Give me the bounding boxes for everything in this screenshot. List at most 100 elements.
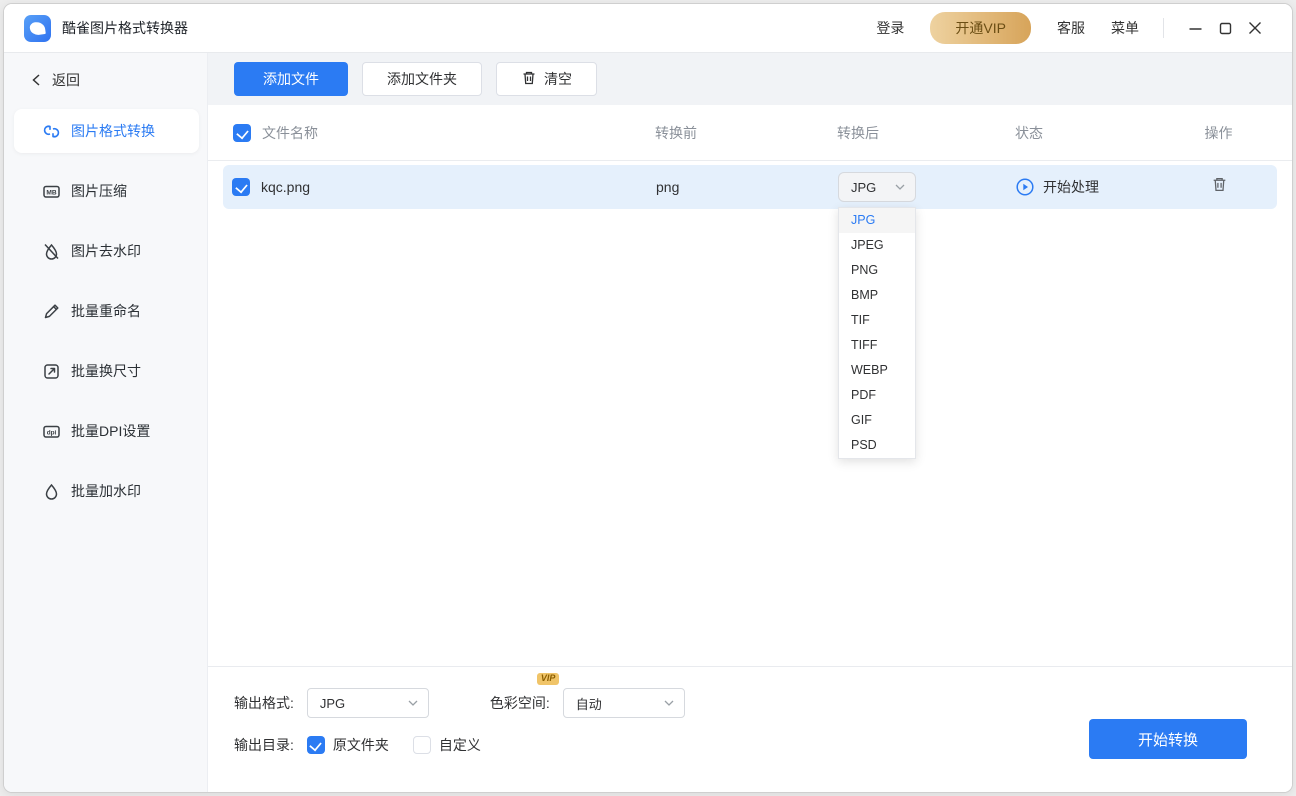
trash-icon (521, 70, 537, 89)
toolbar: 添加文件 添加文件夹 清空 (208, 53, 1292, 105)
customer-service-link[interactable]: 客服 (1057, 18, 1085, 38)
target-format-select[interactable]: JPG (838, 172, 916, 202)
sidebar-item-label: 图片格式转换 (71, 121, 155, 141)
output-format-row: 输出格式: JPG VIP 色彩空间: 自动 (234, 688, 1292, 718)
dropdown-option-gif[interactable]: GIF (839, 408, 915, 433)
sidebar-item-resize[interactable]: 批量换尺寸 (14, 349, 199, 393)
vip-badge: VIP (537, 673, 560, 685)
remove-watermark-icon (42, 242, 61, 261)
color-space-group: VIP 色彩空间: 自动 (490, 688, 685, 718)
before-format: png (656, 179, 838, 195)
footer-panel: 输出格式: JPG VIP 色彩空间: 自动 输 (208, 666, 1292, 792)
clear-button[interactable]: 清空 (496, 62, 597, 96)
dropdown-option-jpeg[interactable]: JPEG (839, 233, 915, 258)
output-dir-label: 输出目录: (234, 735, 294, 755)
play-circle-icon (1016, 178, 1034, 196)
open-vip-button[interactable]: 开通VIP (930, 12, 1031, 44)
sidebar-item-label: 图片去水印 (71, 241, 141, 261)
sidebar-item-label: 批量重命名 (71, 301, 141, 321)
dropdown-option-bmp[interactable]: BMP (839, 283, 915, 308)
sidebar-item-label: 批量加水印 (71, 481, 141, 501)
dropdown-option-webp[interactable]: WEBP (839, 358, 915, 383)
column-header-name: 文件名称 (262, 123, 318, 143)
app-title: 酷雀图片格式转换器 (62, 18, 188, 38)
chevron-down-icon (408, 700, 418, 706)
delete-row-button[interactable] (1211, 176, 1228, 198)
column-header-before: 转换前 (655, 123, 837, 143)
process-action[interactable]: 开始处理 (1016, 177, 1162, 197)
app-logo-icon (24, 15, 51, 42)
dpi-icon: dpi (42, 422, 61, 441)
color-space-select[interactable]: 自动 (563, 688, 685, 718)
file-name: kqc.png (261, 179, 310, 195)
title-bar: 酷雀图片格式转换器 登录 开通VIP 客服 菜单 (4, 4, 1292, 53)
sidebar-item-label: 批量换尺寸 (71, 361, 141, 381)
sidebar-item-add-watermark[interactable]: 批量加水印 (14, 469, 199, 513)
dir-original-label: 原文件夹 (333, 735, 389, 755)
app-window: 酷雀图片格式转换器 登录 开通VIP 客服 菜单 返回 (3, 3, 1293, 793)
sidebar: 返回 图片格式转换 MB 图片压缩 (4, 53, 208, 792)
sidebar-item-label: 图片压缩 (71, 181, 127, 201)
maximize-icon (1218, 21, 1233, 36)
dir-custom-checkbox[interactable] (413, 736, 431, 754)
column-header-after: 转换后 (837, 123, 1015, 143)
column-header-status: 状态 (1015, 123, 1161, 143)
minimize-icon (1188, 21, 1203, 36)
add-watermark-icon (42, 482, 61, 501)
status-text: 开始处理 (1043, 177, 1099, 197)
format-convert-icon (42, 122, 61, 141)
format-dropdown: JPG JPEG PNG BMP TIF TIFF WEBP PDF GIF P… (838, 207, 916, 459)
dir-original-checkbox[interactable] (307, 736, 325, 754)
mb-compress-icon: MB (42, 182, 61, 201)
column-header-action: 操作 (1161, 123, 1276, 143)
sidebar-item-format-convert[interactable]: 图片格式转换 (14, 109, 199, 153)
chevron-down-icon (664, 700, 674, 706)
output-format-label: 输出格式: (234, 693, 294, 713)
maximize-button[interactable] (1210, 13, 1240, 43)
add-file-button[interactable]: 添加文件 (234, 62, 348, 96)
add-folder-button[interactable]: 添加文件夹 (362, 62, 482, 96)
dropdown-option-pdf[interactable]: PDF (839, 383, 915, 408)
resize-icon (42, 362, 61, 381)
sidebar-item-label: 批量DPI设置 (71, 421, 150, 441)
dropdown-option-psd[interactable]: PSD (839, 433, 915, 458)
titlebar-divider (1163, 18, 1164, 38)
dir-custom-label: 自定义 (439, 735, 481, 755)
sidebar-item-compress[interactable]: MB 图片压缩 (14, 169, 199, 213)
sidebar-item-rename[interactable]: 批量重命名 (14, 289, 199, 333)
table-row: kqc.png png JPG JPG JPEG PNG BMP (223, 165, 1277, 209)
file-list-empty-area (208, 209, 1292, 666)
menu-link[interactable]: 菜单 (1111, 18, 1139, 38)
select-all-checkbox[interactable] (233, 124, 251, 142)
dropdown-option-tif[interactable]: TIF (839, 308, 915, 333)
dropdown-option-tiff[interactable]: TIFF (839, 333, 915, 358)
output-format-value: JPG (320, 696, 400, 711)
back-button[interactable]: 返回 (4, 59, 207, 101)
color-space-value: 自动 (576, 694, 656, 713)
dir-custom-option[interactable]: 自定义 (413, 735, 481, 755)
chevron-left-icon (30, 73, 43, 87)
svg-text:dpi: dpi (47, 429, 57, 436)
back-label: 返回 (52, 70, 80, 90)
rename-pencil-icon (42, 302, 61, 321)
sidebar-item-remove-watermark[interactable]: 图片去水印 (14, 229, 199, 273)
chevron-down-icon (895, 184, 905, 190)
dropdown-option-png[interactable]: PNG (839, 258, 915, 283)
dir-original-option[interactable]: 原文件夹 (307, 735, 389, 755)
color-space-label: 色彩空间: (490, 693, 550, 713)
login-link[interactable]: 登录 (876, 18, 904, 38)
row-checkbox[interactable] (232, 178, 250, 196)
close-button[interactable] (1240, 13, 1270, 43)
main-panel: 添加文件 添加文件夹 清空 文件名称 转换前 转换后 状 (208, 53, 1292, 792)
output-format-select[interactable]: JPG (307, 688, 429, 718)
clear-label: 清空 (544, 69, 572, 89)
minimize-button[interactable] (1180, 13, 1210, 43)
start-convert-button[interactable]: 开始转换 (1089, 719, 1247, 759)
close-icon (1247, 20, 1263, 36)
table-header: 文件名称 转换前 转换后 状态 操作 (208, 105, 1292, 161)
svg-text:MB: MB (46, 189, 56, 196)
titlebar-actions: 登录 开通VIP 客服 菜单 (876, 12, 1270, 44)
dropdown-option-jpg[interactable]: JPG (839, 208, 915, 233)
trash-icon (1211, 176, 1228, 193)
sidebar-item-dpi[interactable]: dpi 批量DPI设置 (14, 409, 199, 453)
